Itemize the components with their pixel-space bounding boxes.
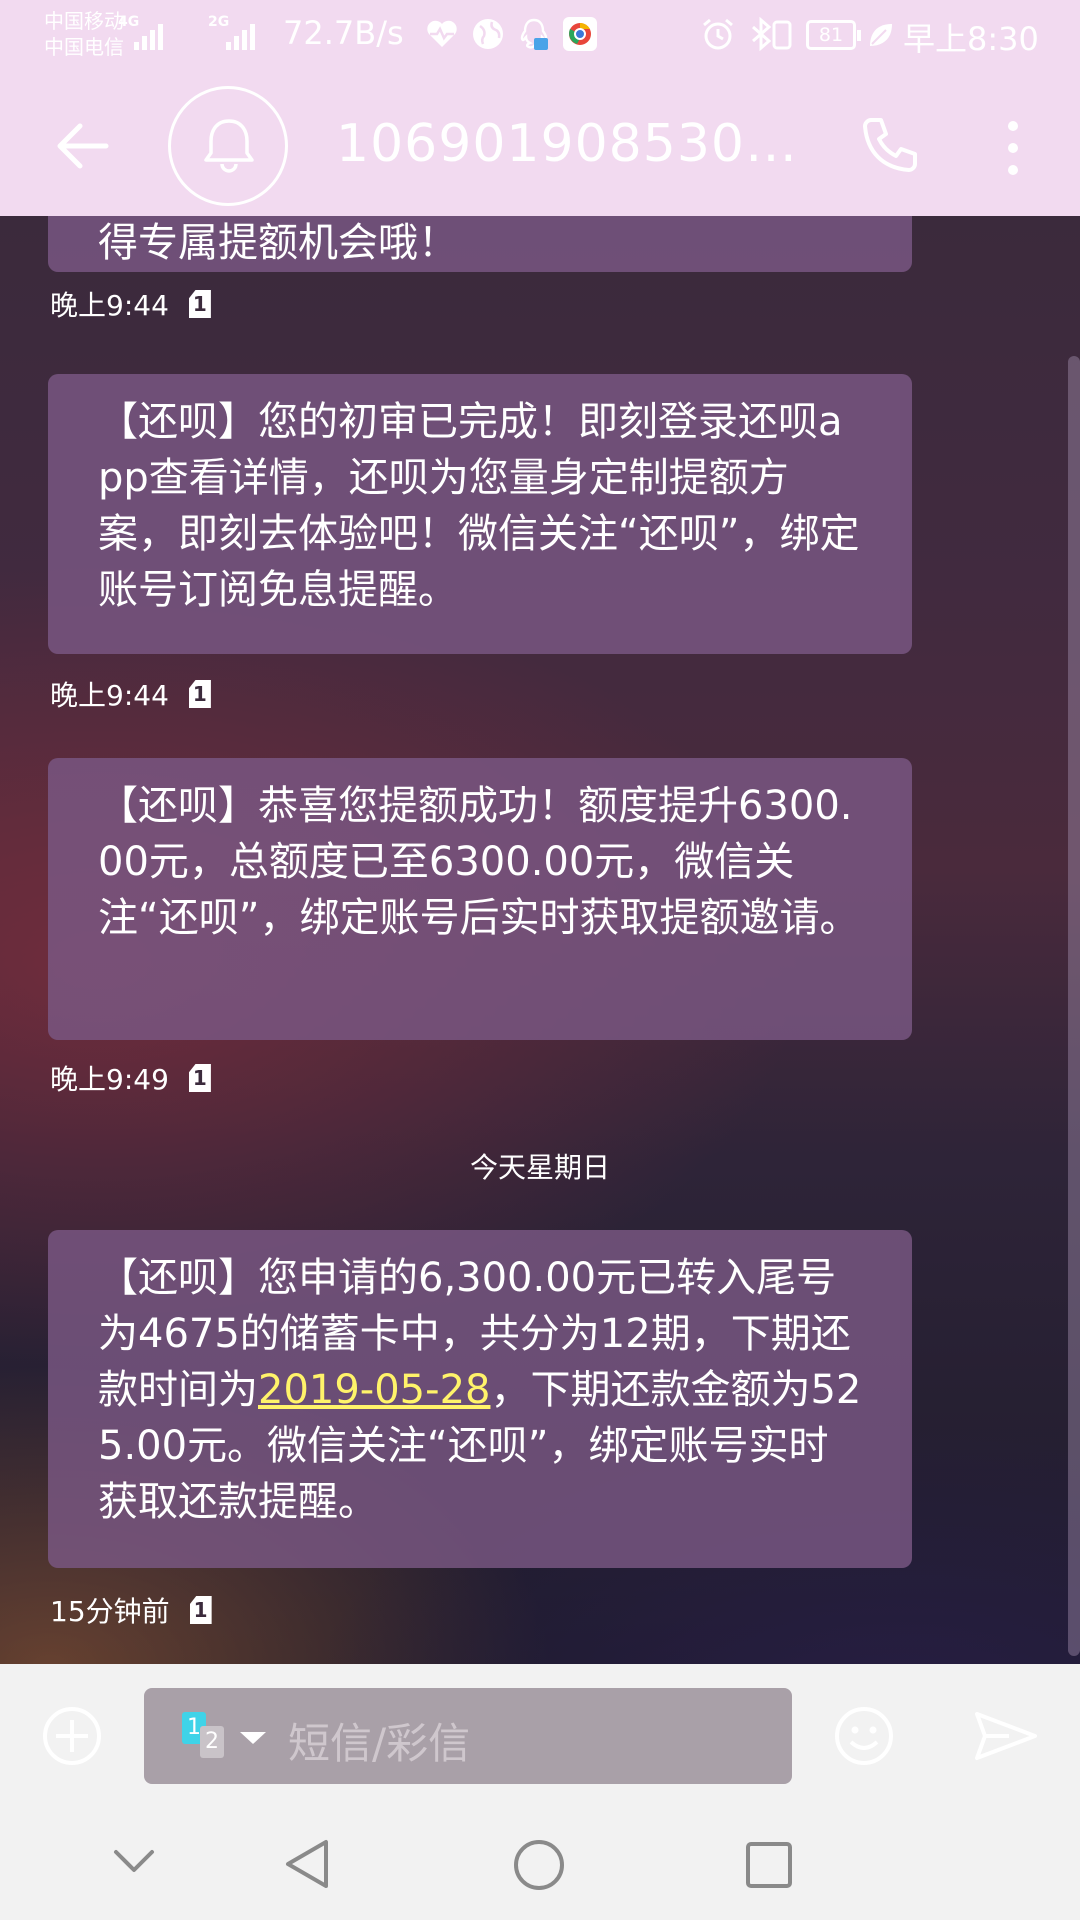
sim-card-icon: 1 bbox=[188, 290, 211, 318]
message-meta: 晚上9:44 1 bbox=[50, 674, 211, 714]
battery-indicator: 81 bbox=[806, 20, 861, 50]
contact-number-title[interactable]: 10690190853003... bbox=[336, 114, 816, 174]
input-placeholder: 短信/彩信 bbox=[288, 1719, 471, 1768]
message-meta: 晚上9:49 1 bbox=[50, 1058, 211, 1098]
bell-icon bbox=[204, 119, 254, 173]
browser-icon bbox=[563, 17, 597, 51]
more-options-icon[interactable] bbox=[995, 116, 1031, 180]
nav-collapse-icon[interactable] bbox=[112, 1848, 156, 1874]
message-text: 【还呗】您的初审已完成！即刻登录还呗app查看详情，还呗为您量身定制提额方案，即… bbox=[98, 399, 860, 613]
net-speed-label: 72.7B/s bbox=[283, 14, 404, 52]
message-bubble[interactable]: 【还呗】您的初审已完成！即刻登录还呗app查看详情，还呗为您量身定制提额方案，即… bbox=[48, 374, 912, 654]
carrier-labels: 中国移动 中国电信 bbox=[44, 8, 124, 60]
alarm-icon bbox=[703, 18, 733, 50]
contact-avatar[interactable] bbox=[168, 86, 288, 206]
phone-call-icon[interactable] bbox=[855, 112, 923, 180]
clock: 早上8:30 bbox=[903, 20, 1039, 58]
send-icon[interactable] bbox=[975, 1710, 1037, 1762]
system-navigation-bar bbox=[0, 1808, 1080, 1920]
date-separator: 今天星期日 bbox=[469, 1151, 610, 1184]
message-input[interactable]: 1 2 短信/彩信 bbox=[144, 1688, 792, 1784]
status-bar: 中国移动 中国电信 4G 2G 72.7B/s 81 早上8:30 bbox=[0, 0, 1080, 76]
leaf-icon bbox=[870, 24, 892, 46]
sim-card-icon: 1 bbox=[189, 1596, 212, 1624]
caret-down-icon bbox=[240, 1732, 266, 1744]
sim-2-icon: 2 bbox=[200, 1726, 224, 1758]
message-bubble[interactable]: 【还呗】恭喜您提额成功！额度提升6300.00元，总额度已至6300.00元，微… bbox=[48, 758, 912, 1040]
nav-back-icon[interactable] bbox=[282, 1838, 332, 1890]
message-text: 【还呗】恭喜您提额成功！额度提升6300.00元，总额度已至6300.00元，微… bbox=[98, 783, 860, 941]
globe-icon bbox=[473, 19, 503, 49]
carrier-1-label: 中国移动 bbox=[44, 9, 124, 33]
message-composer: 1 2 短信/彩信 bbox=[0, 1664, 1080, 1808]
date-link[interactable]: 2019-05-28 bbox=[258, 1367, 490, 1413]
sim-select-dropdown[interactable]: 1 2 bbox=[182, 1712, 274, 1760]
add-attachment-icon[interactable] bbox=[42, 1706, 102, 1766]
message-list[interactable]: 得专属提额机会哦！ 晚上9:44 1 【还呗】您的初审已完成！即刻登录还呗app… bbox=[0, 216, 1080, 1664]
emoji-icon[interactable] bbox=[834, 1706, 894, 1766]
sim-card-icon: 1 bbox=[188, 1064, 211, 1092]
nav-home-icon[interactable] bbox=[512, 1838, 566, 1892]
message-meta: 晚上9:44 1 bbox=[50, 284, 211, 324]
vibrate-icon bbox=[772, 20, 792, 50]
signal-1-icon bbox=[134, 22, 163, 50]
message-text: 得专属提额机会哦！ bbox=[98, 220, 458, 266]
signal-2-icon bbox=[226, 22, 255, 50]
message-meta: 15分钟前 1 bbox=[50, 1590, 212, 1630]
message-bubble[interactable]: 【还呗】您申请的6,300.00元已转入尾号为4675的储蓄卡中，共分为12期，… bbox=[48, 1230, 912, 1568]
message-time: 15分钟前 bbox=[50, 1595, 170, 1628]
conversation-header: 10690190853003... bbox=[0, 76, 1080, 216]
qq-icon bbox=[520, 18, 548, 50]
message-time: 晚上9:49 bbox=[50, 1063, 169, 1096]
back-arrow-icon[interactable] bbox=[50, 114, 114, 178]
carrier-2-label: 中国电信 bbox=[44, 35, 124, 59]
heart-rate-icon bbox=[427, 20, 457, 47]
nav-recents-icon[interactable] bbox=[744, 1840, 794, 1890]
message-time: 晚上9:44 bbox=[50, 679, 169, 712]
sim-card-icon: 1 bbox=[188, 680, 211, 708]
message-bubble[interactable]: 得专属提额机会哦！ bbox=[48, 216, 912, 272]
scrollbar[interactable] bbox=[1068, 356, 1080, 1656]
message-time: 晚上9:44 bbox=[50, 289, 169, 322]
